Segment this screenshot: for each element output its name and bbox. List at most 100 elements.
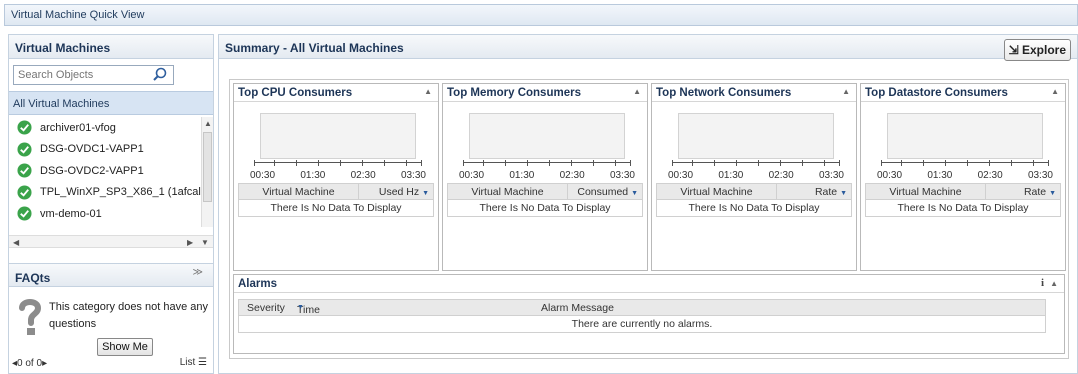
list-label: List bbox=[179, 357, 196, 368]
card-title: Top Datastore Consumers bbox=[865, 87, 1008, 99]
vm-name: archiver01-vfog bbox=[40, 121, 116, 134]
top-network-consumers-card: Top Network Consumers ▲ 00:30 01:30 02:3… bbox=[651, 83, 857, 271]
vm-list-vertical-scrollbar[interactable]: ▲ bbox=[201, 117, 213, 227]
no-data-message: There Is No Data To Display bbox=[656, 200, 852, 217]
alarms-panel: Alarms i ▲ Severity Time ▼ Alarm Message… bbox=[233, 274, 1065, 354]
collapse-icon[interactable]: ▲ bbox=[1050, 279, 1058, 288]
time-axis bbox=[254, 160, 422, 168]
time-axis bbox=[672, 160, 840, 168]
scroll-left-arrow-icon[interactable]: ◀ bbox=[13, 238, 19, 247]
chevron-down-icon: ▼ bbox=[297, 304, 304, 311]
vm-name: vm-demo-01 bbox=[40, 207, 102, 220]
vm-name: TPL_WinXP_SP3_X86_1 (1afcal bbox=[40, 186, 201, 199]
card-title: Top Memory Consumers bbox=[447, 87, 581, 99]
vm-list-item[interactable]: DSG-OVDC2-VAPP1 bbox=[9, 160, 201, 182]
alarms-table-header: Severity Time ▼ Alarm Message bbox=[238, 299, 1046, 316]
scroll-up-arrow-icon[interactable]: ▲ bbox=[204, 119, 212, 128]
tick-label: 00:30 bbox=[250, 170, 276, 181]
column-sort-dropdown[interactable]: Rate ▼ bbox=[986, 184, 1060, 199]
question-mark-icon bbox=[19, 299, 42, 335]
tick-label: 02:30 bbox=[350, 170, 376, 181]
chevron-down-icon: ▼ bbox=[840, 190, 847, 197]
tick-label: 03:30 bbox=[400, 170, 426, 181]
vm-list-item[interactable]: vm-demo-01 bbox=[9, 203, 201, 225]
column-virtual-machine[interactable]: Virtual Machine bbox=[239, 184, 359, 199]
table-header: Virtual Machine Used Hz ▼ bbox=[238, 183, 434, 200]
no-data-message: There Is No Data To Display bbox=[447, 200, 643, 217]
vm-list-item[interactable]: DSG-OVDC1-VAPP1 bbox=[9, 139, 201, 161]
scroll-right-arrow-icon[interactable]: ▶ bbox=[187, 238, 193, 247]
time-axis-labels: 00:30 01:30 02:30 03:30 bbox=[250, 170, 426, 181]
faqs-empty-message: This category does not have any question… bbox=[49, 301, 208, 330]
top-cpu-consumers-card: Top CPU Consumers ▲ 00:30 01:30 02:30 03… bbox=[233, 83, 439, 271]
status-ok-icon bbox=[17, 185, 32, 200]
card-title: Top Network Consumers bbox=[656, 87, 792, 99]
tick-label: 03:30 bbox=[818, 170, 844, 181]
all-virtual-machines-item[interactable]: All Virtual Machines bbox=[9, 91, 213, 115]
time-axis-labels: 00:30 01:30 02:30 03:30 bbox=[877, 170, 1053, 181]
time-axis bbox=[463, 160, 631, 168]
vm-list-item[interactable]: archiver01-vfog bbox=[9, 117, 201, 139]
collapse-icon[interactable]: ▲ bbox=[1051, 87, 1059, 96]
column-label: Consumed bbox=[577, 186, 629, 198]
status-ok-icon bbox=[17, 206, 32, 221]
collapse-icon[interactable]: ▲ bbox=[842, 87, 850, 96]
faqs-header: FAQts bbox=[9, 263, 213, 287]
column-virtual-machine[interactable]: Virtual Machine bbox=[657, 184, 777, 199]
column-sort-dropdown[interactable]: Used Hz ▼ bbox=[359, 184, 433, 199]
show-me-button[interactable]: Show Me bbox=[97, 338, 153, 356]
info-icon[interactable]: i bbox=[1041, 277, 1044, 289]
window-title: Virtual Machine Quick View bbox=[4, 4, 1078, 26]
next-page-icon[interactable]: ▸ bbox=[42, 358, 47, 369]
table-header: Virtual Machine Rate ▼ bbox=[656, 183, 852, 200]
column-alarm-message[interactable]: Alarm Message bbox=[541, 302, 614, 314]
explore-button[interactable]: ⇲ Explore bbox=[1003, 39, 1071, 61]
top-datastore-consumers-card: Top Datastore Consumers ▲ 00:30 01:30 02… bbox=[860, 83, 1066, 271]
chart-area bbox=[260, 113, 416, 159]
chevron-down-icon: ▼ bbox=[631, 190, 638, 197]
column-virtual-machine[interactable]: Virtual Machine bbox=[866, 184, 986, 199]
tick-label: 01:30 bbox=[927, 170, 953, 181]
top-memory-consumers-card: Top Memory Consumers ▲ 00:30 01:30 02:30… bbox=[442, 83, 648, 271]
list-view-button[interactable]: List ☰ bbox=[180, 357, 207, 368]
status-ok-icon bbox=[17, 163, 32, 178]
vm-list: archiver01-vfog DSG-OVDC1-VAPP1 DSG-OVDC… bbox=[9, 117, 201, 227]
column-label: Rate bbox=[1023, 186, 1047, 198]
table-header: Virtual Machine Consumed ▼ bbox=[447, 183, 643, 200]
explore-label: Explore bbox=[1021, 43, 1066, 57]
card-title: Top CPU Consumers bbox=[238, 87, 353, 99]
collapse-icon[interactable]: ≫ bbox=[193, 267, 203, 278]
scrollbar-thumb[interactable] bbox=[203, 132, 212, 202]
collapse-icon[interactable]: ▲ bbox=[424, 87, 432, 96]
column-virtual-machine[interactable]: Virtual Machine bbox=[448, 184, 568, 199]
tick-label: 02:30 bbox=[768, 170, 794, 181]
tick-label: 01:30 bbox=[718, 170, 744, 181]
chevron-down-icon: ▼ bbox=[422, 190, 429, 197]
virtual-machines-panel: Virtual Machines All Virtual Machines ar… bbox=[8, 34, 214, 374]
chart-area bbox=[469, 113, 625, 159]
panel-header-summary: Summary - All Virtual Machines bbox=[219, 35, 1077, 59]
explore-icon: ⇲ bbox=[1008, 43, 1019, 57]
column-severity[interactable]: Severity bbox=[247, 302, 285, 314]
vm-list-item[interactable]: TPL_WinXP_SP3_X86_1 (1afcal bbox=[9, 182, 201, 204]
chart-area bbox=[887, 113, 1043, 159]
alarms-header: Alarms i ▲ bbox=[234, 275, 1064, 293]
tick-label: 00:30 bbox=[459, 170, 485, 181]
vm-list-horizontal-scrollbar[interactable]: ◀ ▶ ▼ bbox=[9, 235, 213, 248]
time-axis bbox=[881, 160, 1049, 168]
collapse-icon[interactable]: ▲ bbox=[633, 87, 641, 96]
tick-label: 01:30 bbox=[509, 170, 535, 181]
faqs-pager: ◂0 of 0▸ bbox=[12, 358, 47, 369]
column-label: Rate bbox=[814, 186, 838, 198]
search-icon[interactable] bbox=[150, 66, 170, 84]
pager-text: 0 of 0 bbox=[17, 358, 43, 369]
scroll-down-arrow-icon[interactable]: ▼ bbox=[201, 238, 209, 247]
no-data-message: There Is No Data To Display bbox=[865, 200, 1061, 217]
column-sort-dropdown[interactable]: Consumed ▼ bbox=[568, 184, 642, 199]
column-sort-dropdown[interactable]: Rate ▼ bbox=[777, 184, 851, 199]
summary-content: Top CPU Consumers ▲ 00:30 01:30 02:30 03… bbox=[229, 79, 1069, 359]
no-data-message: There Is No Data To Display bbox=[238, 200, 434, 217]
time-axis-labels: 00:30 01:30 02:30 03:30 bbox=[459, 170, 635, 181]
card-header: Top Memory Consumers ▲ bbox=[443, 84, 647, 102]
tick-label: 03:30 bbox=[1027, 170, 1053, 181]
